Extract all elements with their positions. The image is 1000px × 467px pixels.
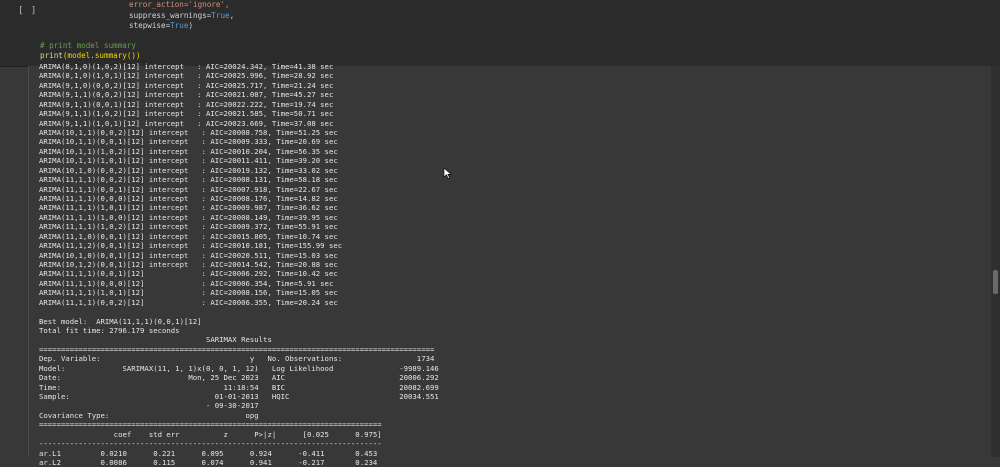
output-line: ARIMA(11,1,1)(0,0,0)[12] : AIC=20006.354… (39, 278, 334, 288)
code-line-stepwise: stepwise=True) (129, 21, 193, 31)
output-line: ARIMA(11,1,1)(0,0,2)[12] : AIC=20006.355… (39, 297, 338, 307)
code-bool: True (170, 21, 189, 30)
code-text: error_action='ignore', (129, 0, 230, 9)
output-line: Sample: 01-01-2013 HQIC 20034.551 (39, 392, 439, 402)
output-line: Covariance Type: opg (39, 410, 259, 420)
output-line: ARIMA(11,1,1)(0,0,1)[12] : AIC=20006.292… (39, 269, 338, 279)
code-text: ) (188, 21, 194, 30)
output-line: ARIMA(11,1,1)(1,0,1)[12] intercept : AIC… (39, 203, 338, 213)
code-function: print (40, 51, 63, 60)
output-line: - 09-30-2017 (39, 401, 259, 411)
output-line: ARIMA(11,1,1)(1,0,2)[12] intercept : AIC… (39, 222, 338, 232)
output-line: ARIMA(9,1,1)(0,0,1)[12] intercept : AIC=… (39, 99, 334, 109)
output-line: Best model: ARIMA(11,1,1)(0,0,1)[12] (39, 316, 202, 326)
output-line: SARIMAX Results (39, 335, 272, 345)
output-line: ARIMA(11,1,1)(0,0,0)[12] intercept : AIC… (39, 194, 338, 204)
output-line: ARIMA(10,1,0)(0,0,2)[12] intercept : AIC… (39, 165, 338, 175)
code-text: , (229, 11, 235, 20)
output-line: coef std err z P>|z| [0.025 0.975] (39, 429, 382, 439)
output-line: ar.L2 0.0086 0.115 0.074 0.941 -0.217 0.… (39, 458, 378, 467)
output-line: ARIMA(11,1,1)(1,0,1)[12] : AIC=20008.156… (39, 288, 338, 298)
output-line: ARIMA(11,1,2)(0,0,1)[12] intercept : AIC… (39, 241, 343, 251)
code-bool: True (211, 11, 230, 20)
code-comment: # print model summary (40, 41, 137, 50)
code-line-print: print(model.summary()) (40, 51, 141, 61)
run-cell-indicator[interactable]: [ ] (18, 6, 37, 16)
output-line: Time: 11:18:54 BIC 20082.699 (39, 382, 439, 392)
output-line: ARIMA(9,1,1)(0,0,2)[12] intercept : AIC=… (39, 90, 334, 100)
code-line-error-action: error_action='ignore', (129, 0, 230, 10)
code-text: stepwise= (129, 21, 171, 30)
output-line: ARIMA(11,1,0)(0,0,1)[12] intercept : AIC… (39, 231, 338, 241)
code-editor[interactable]: error_action='ignore', suppress_warnings… (40, 0, 990, 66)
output-line: ARIMA(10,1,1)(1,0,1)[12] intercept : AIC… (39, 156, 338, 166)
output-line: ARIMA(11,1,1)(0,0,1)[12] intercept : AIC… (39, 184, 338, 194)
output-line: Total fit time: 2796.179 seconds (39, 326, 180, 336)
scrollbar-thumb[interactable] (993, 270, 998, 294)
output-scrollbar[interactable] (991, 66, 1000, 457)
code-line-comment: # print model summary (40, 41, 136, 51)
output-line: ARIMA(8,1,0)(1,0,1)[12] intercept : AIC=… (39, 71, 334, 81)
output-line: ARIMA(10,1,2)(0,0,1)[12] intercept : AIC… (39, 260, 338, 270)
output-line: ARIMA(8,1,0)(1,0,2)[12] intercept : AIC=… (39, 62, 334, 71)
code-cell[interactable]: [ ] error_action='ignore', suppress_warn… (0, 0, 1000, 67)
output-line: Date: Mon, 25 Dec 2023 AIC 20006.292 (39, 373, 439, 383)
output-line: ARIMA(10,1,0)(0,0,1)[12] intercept : AIC… (39, 250, 338, 260)
output-line: ARIMA(9,1,1)(1,0,1)[12] intercept : AIC=… (39, 118, 334, 128)
code-line-suppress-warnings: suppress_warnings=True, (129, 11, 234, 21)
output-line: ----------------------------------------… (39, 439, 382, 449)
output-line: ========================================… (39, 344, 435, 354)
output-line: ARIMA(11,1,1)(1,0,0)[12] intercept : AIC… (39, 212, 338, 222)
output-line: ARIMA(10,1,1)(1,0,2)[12] intercept : AIC… (39, 146, 338, 156)
cell-output[interactable]: ARIMA(8,1,0)(1,0,2)[12] intercept : AIC=… (28, 62, 992, 467)
code-text: suppress_warnings= (129, 11, 212, 20)
output-line: ar.L1 0.0210 0.221 0.095 0.924 -0.411 0.… (39, 448, 378, 458)
output-line: Model: SARIMAX(11, 1, 1)x(0, 0, 1, 12) L… (39, 363, 439, 373)
output-line: ARIMA(10,1,1)(0,0,2)[12] intercept : AIC… (39, 128, 338, 137)
output-line: Dep. Variable: y No. Observations: 1734 (39, 354, 435, 364)
output-line: ARIMA(9,1,0)(0,0,2)[12] intercept : AIC=… (39, 80, 334, 90)
output-line: ARIMA(11,1,1)(0,0,2)[12] intercept : AIC… (39, 175, 338, 185)
output-line: ARIMA(10,1,1)(0,0,1)[12] intercept : AIC… (39, 137, 338, 147)
output-line: ARIMA(9,1,1)(1,0,2)[12] intercept : AIC=… (39, 109, 334, 119)
mouse-cursor-icon (443, 167, 452, 179)
code-args: (model.summary()) (62, 51, 141, 60)
output-line: ========================================… (39, 420, 382, 430)
